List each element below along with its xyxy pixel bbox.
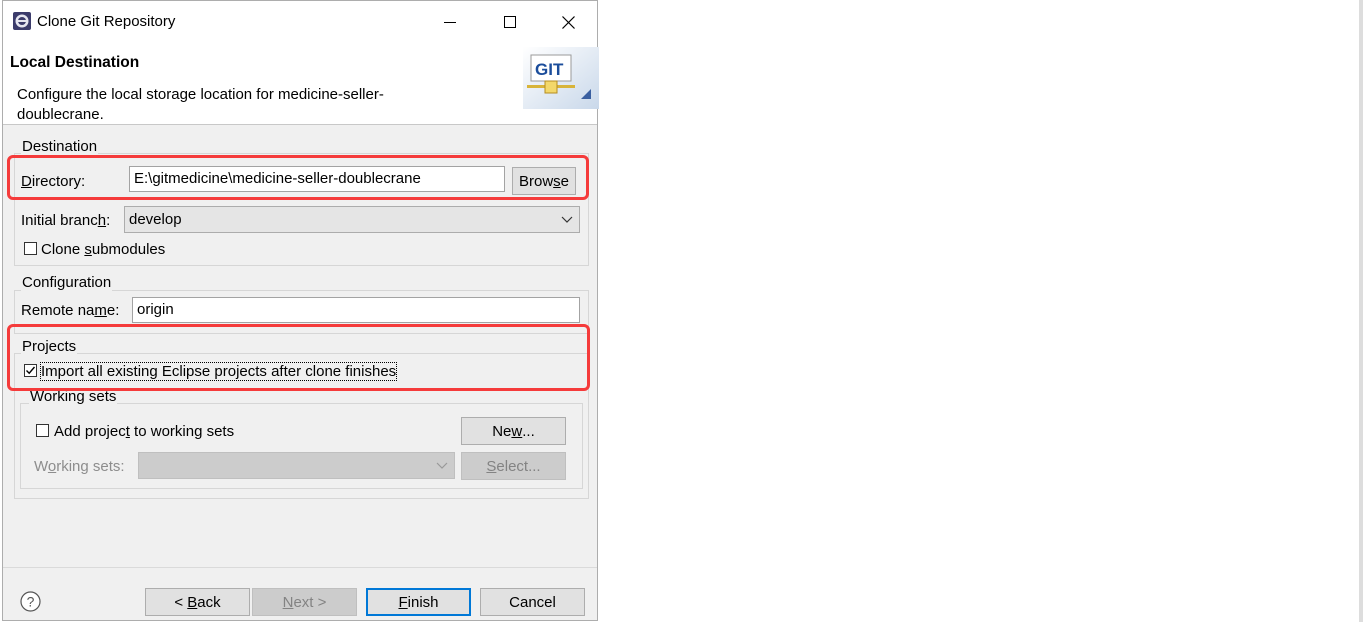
initial-branch-select[interactable]: develop xyxy=(124,206,580,233)
close-icon xyxy=(561,15,575,29)
wizard-banner: Local Destination Configure the local st… xyxy=(3,43,599,125)
help-icon[interactable]: ? xyxy=(20,591,41,612)
close-button[interactable] xyxy=(539,1,597,43)
title-bar[interactable]: Clone Git Repository xyxy=(3,1,597,43)
new-working-set-button[interactable]: Ne w... xyxy=(461,417,566,445)
add-to-working-sets-label: Add project to working sets xyxy=(54,423,235,440)
maximize-icon xyxy=(504,16,516,28)
remote-name-input[interactable]: origin xyxy=(132,297,580,323)
select-working-sets-button[interactable]: Select... xyxy=(461,452,566,480)
eclipse-icon xyxy=(13,12,31,30)
git-logo-icon: GIT xyxy=(523,47,599,109)
chevron-down-icon xyxy=(561,216,573,223)
destination-group-label: Destination xyxy=(21,138,99,155)
git-logo-text: GIT xyxy=(535,60,564,79)
chevron-down-icon xyxy=(436,462,448,469)
initial-branch-value: develop xyxy=(129,211,182,228)
back-button[interactable]: < Back xyxy=(145,588,250,616)
clone-git-repository-dialog: Clone Git Repository Local Destination C… xyxy=(2,0,599,621)
cancel-button[interactable]: Cancel xyxy=(480,588,585,616)
window-title: Clone Git Repository xyxy=(37,13,176,30)
svg-text:?: ? xyxy=(27,594,35,610)
working-sets-label: Working sets: xyxy=(34,458,125,475)
page-description: Configure the local storage location for… xyxy=(17,86,384,123)
remote-name-label: Remote name: xyxy=(21,302,120,319)
page-title: Local Destination xyxy=(10,54,140,71)
next-button[interactable]: Next > xyxy=(252,588,357,616)
minimize-icon xyxy=(444,22,456,23)
add-to-working-sets-checkbox[interactable] xyxy=(36,424,49,437)
minimize-button[interactable] xyxy=(421,1,479,43)
working-sets-select[interactable] xyxy=(138,452,455,479)
projects-highlight xyxy=(7,324,590,391)
screen-edge xyxy=(1359,0,1363,622)
initial-branch-label: Initial branch: xyxy=(21,212,111,229)
clone-submodules-label: Clone submodules xyxy=(41,241,166,258)
clone-submodules-checkbox[interactable] xyxy=(24,242,37,255)
maximize-button[interactable] xyxy=(481,1,539,43)
finish-button[interactable]: Finish xyxy=(366,588,471,616)
configuration-group-label: Configuration xyxy=(21,274,113,291)
footer-separator xyxy=(3,567,597,568)
directory-highlight xyxy=(7,155,589,200)
